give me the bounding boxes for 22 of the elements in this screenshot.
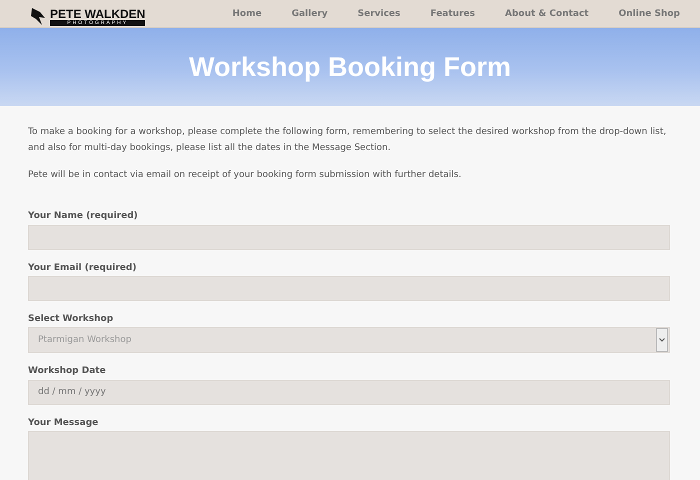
- intro-paragraph: To make a booking for a workshop, please complete the following form, remembering to select the desired workshop from the drop-down list, and also for multi-day bookings, please list all the dates in the Message Section.: [28, 126, 668, 155]
- nav-link[interactable]: Features: [430, 8, 475, 18]
- nav-link[interactable]: About & Contact: [504, 8, 589, 18]
- field-label: Your Name (required): [28, 211, 138, 221]
- field-label: Workshop Date: [28, 366, 106, 376]
- message-field[interactable]: [28, 430, 670, 480]
- page-title: Workshop Booking Form: [189, 52, 511, 82]
- intro-paragraph: Pete will be in contact via email on receipt of your booking form submission with further details.: [28, 169, 462, 182]
- logo-title: PETE WALKDEN: [50, 8, 146, 20]
- nav-link[interactable]: Services: [358, 8, 400, 18]
- field-label: Your Message: [28, 418, 98, 428]
- chevron-down-icon: [659, 338, 665, 342]
- date-field[interactable]: dd / mm / yyyy: [28, 380, 670, 404]
- text-field[interactable]: [28, 224, 670, 250]
- nav-link[interactable]: Home: [232, 8, 262, 18]
- bird-icon: [30, 8, 46, 26]
- workshop-select[interactable]: Ptarmigan Workshop: [28, 327, 670, 353]
- nav-link[interactable]: Online Shop: [618, 8, 680, 18]
- text-field[interactable]: [28, 276, 670, 301]
- nav-link[interactable]: Gallery: [292, 8, 328, 18]
- field-label: Your Email (required): [28, 262, 136, 272]
- field-label: Select Workshop: [28, 314, 114, 324]
